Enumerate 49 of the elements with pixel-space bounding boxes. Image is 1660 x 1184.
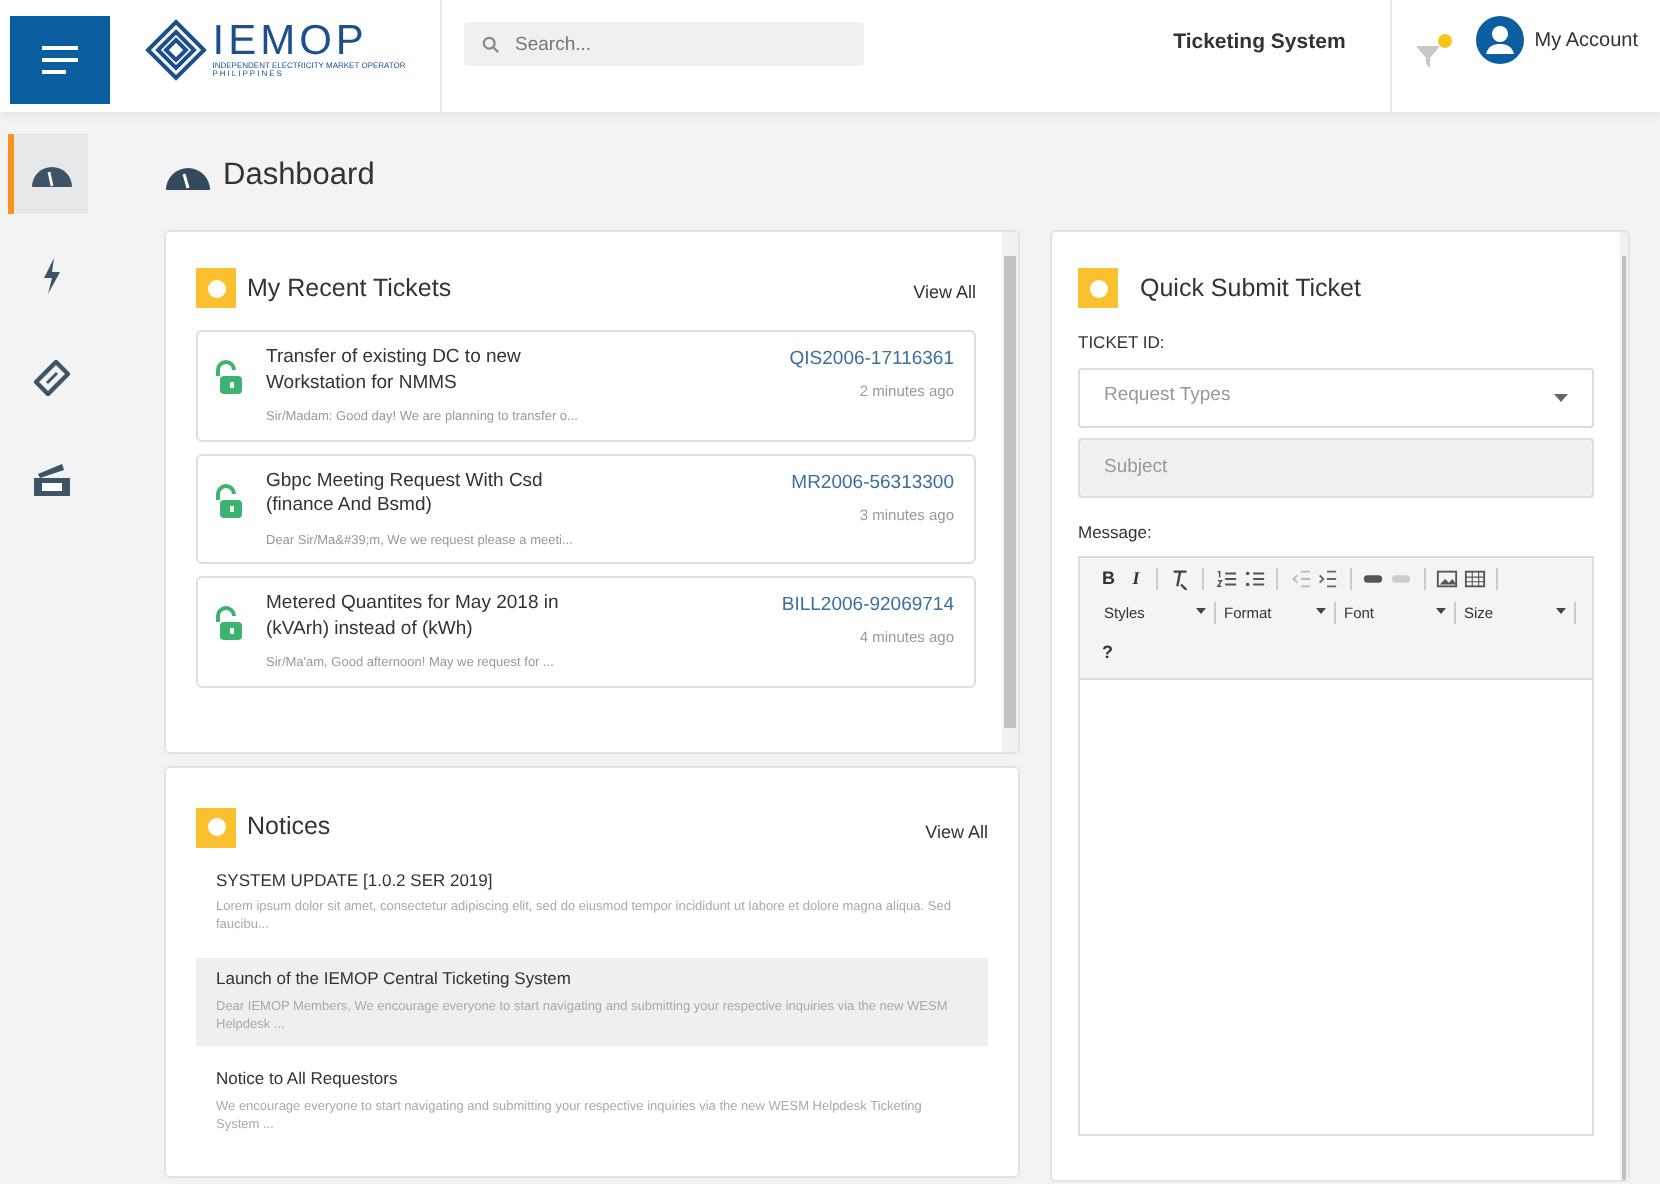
lightning-icon (41, 258, 61, 294)
ticket-icon (33, 360, 69, 396)
notice-title: Launch of the IEMOP Central Ticketing System (216, 966, 573, 993)
notice-title: Notice to All Requestors (216, 1066, 400, 1092)
help-button[interactable]: ? (1096, 643, 1119, 661)
logo-icon (143, 17, 207, 81)
notice-title: SYSTEM UPDATE [1.0.2 SER 2019] (216, 867, 495, 893)
search-field[interactable]: Search... (463, 22, 863, 66)
caret-icon (1196, 607, 1206, 614)
card-title: Notices (247, 810, 333, 845)
view-all-link[interactable]: View All (913, 280, 976, 308)
scrollbar[interactable] (1002, 232, 1018, 753)
bulleted-list-icon[interactable] (1243, 568, 1266, 591)
ticket-title: Metered Quantites for May 2018 in (kVArh) instead of (kWh) (266, 591, 561, 643)
tickets-icon (31, 462, 71, 498)
ticket-id-label: TICKET ID: (1078, 330, 1167, 356)
search-icon (481, 36, 499, 54)
ticket-id-link[interactable]: MR2006-56313300 (791, 469, 954, 498)
message-label: Message: (1078, 520, 1154, 546)
card-title: My Recent Tickets (247, 271, 454, 306)
bold-button[interactable]: B (1096, 570, 1121, 589)
app-title: Ticketing System (1173, 27, 1346, 58)
view-all-link[interactable]: View All (925, 819, 988, 847)
account-link[interactable]: My Account (1534, 25, 1638, 56)
unlock-icon (214, 360, 242, 395)
caret-icon (1436, 607, 1446, 614)
scrollbar[interactable] (1620, 232, 1628, 1181)
unlock-icon (214, 483, 242, 517)
logo-text: IEMOP (212, 19, 368, 62)
page-title: Dashboard (223, 156, 375, 196)
ticket-id-link[interactable]: BILL2006-92069714 (781, 591, 954, 620)
menu-button[interactable] (10, 16, 110, 104)
caret-icon (1316, 607, 1326, 614)
clear-format-icon[interactable] (1169, 568, 1192, 591)
ticket-title: Transfer of existing DC to new Workstation for NMMS (266, 346, 523, 398)
ticket-title: Gbpc Meeting Request With Csd (finance And Bsmd) (266, 469, 545, 521)
caret-icon (1554, 393, 1568, 401)
menu-icon (42, 46, 78, 74)
unlock-icon (214, 605, 242, 640)
ticket-id-link[interactable]: QIS2006-17116361 (789, 346, 954, 375)
italic-button[interactable]: I (1126, 570, 1146, 589)
card-title: Quick Submit Ticket (1140, 271, 1361, 306)
indent-icon[interactable] (1316, 568, 1339, 591)
numbered-list-icon[interactable] (1215, 568, 1238, 591)
avatar-icon[interactable] (1475, 16, 1524, 65)
sidebar-item[interactable] (8, 134, 88, 214)
image-icon[interactable] (1436, 568, 1459, 591)
caret-icon (1556, 607, 1566, 614)
table-icon[interactable] (1463, 568, 1486, 591)
